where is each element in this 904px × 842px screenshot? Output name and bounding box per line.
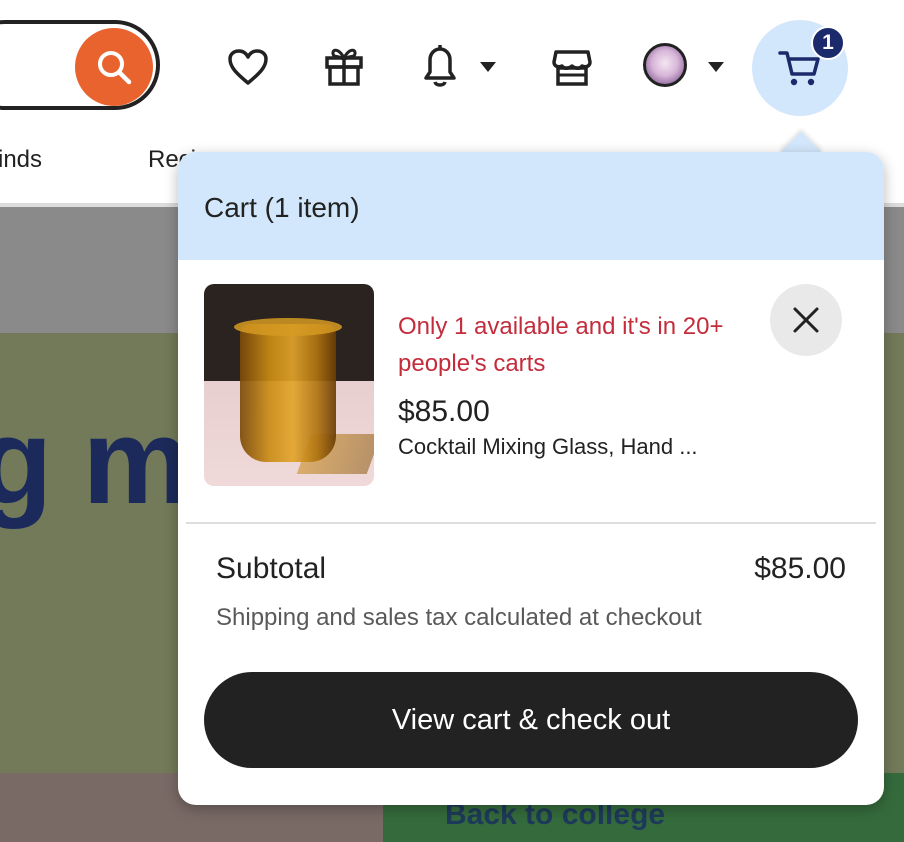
- shipping-note: Shipping and sales tax calculated at che…: [216, 604, 702, 631]
- remove-item-button[interactable]: [770, 284, 842, 356]
- notifications-button[interactable]: [416, 40, 464, 92]
- bell-icon: [424, 45, 456, 87]
- search-button[interactable]: [75, 28, 153, 106]
- account-caret-icon[interactable]: [708, 62, 724, 72]
- gift-button[interactable]: [320, 40, 368, 90]
- notifications-caret-icon[interactable]: [480, 62, 496, 72]
- divider: [186, 522, 876, 524]
- search-icon: [98, 51, 132, 85]
- cart-title: Cart (1 item): [204, 192, 360, 223]
- cart-popover-header: Cart (1 item): [178, 152, 884, 260]
- item-price: $85.00: [398, 395, 490, 428]
- item-thumbnail[interactable]: [204, 284, 374, 486]
- gift-icon: [325, 48, 363, 86]
- shop-icon: [552, 50, 592, 86]
- nav-link-finds[interactable]: inds: [0, 146, 42, 174]
- stock-warning: Only 1 available and it's in 20+ people'…: [398, 313, 724, 377]
- shop-button[interactable]: [548, 42, 596, 90]
- view-cart-checkout-button[interactable]: View cart & check out: [204, 672, 858, 768]
- cart-count-badge: 1: [811, 26, 845, 60]
- subtotal-label: Subtotal: [216, 552, 327, 585]
- heart-icon: [228, 49, 268, 85]
- avatar[interactable]: [643, 43, 687, 87]
- close-icon: [793, 307, 819, 333]
- item-title[interactable]: Cocktail Mixing Glass, Hand ...: [398, 434, 698, 460]
- subtotal-value: $85.00: [754, 552, 846, 585]
- favorites-button[interactable]: [224, 43, 272, 91]
- cart-popover: Cart (1 item) Only 1 available and it's …: [178, 152, 884, 805]
